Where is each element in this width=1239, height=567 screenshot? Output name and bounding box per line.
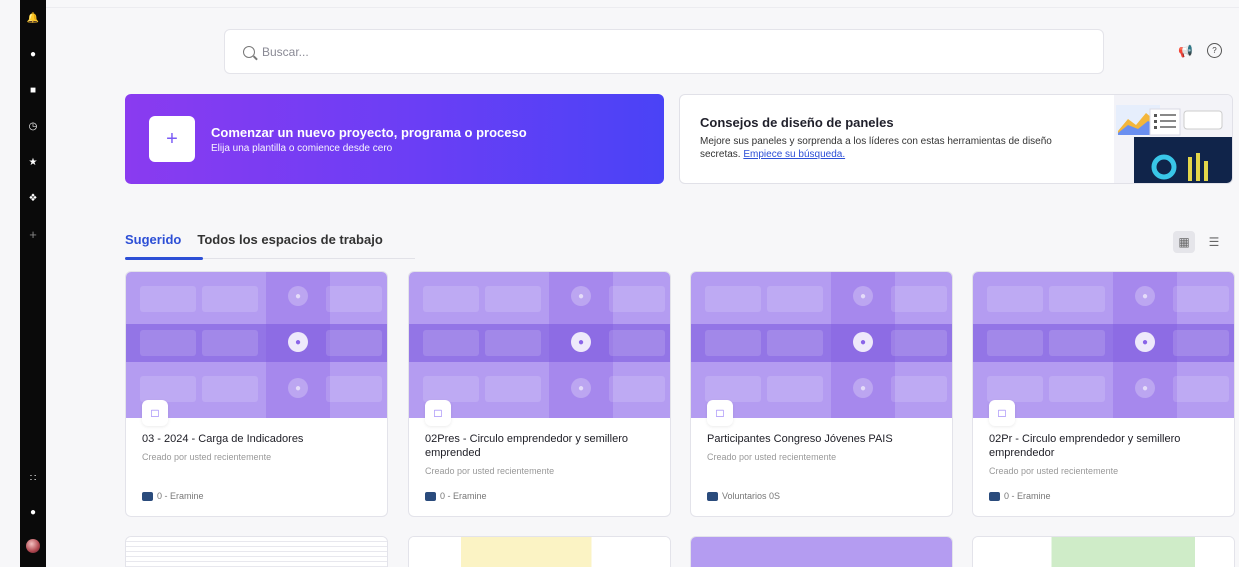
search-icon[interactable]: ● [20, 36, 46, 72]
board-card-partial[interactable] [125, 536, 388, 567]
grid-view-icon[interactable]: ▦ [1173, 231, 1195, 253]
board-card-partial[interactable] [690, 536, 953, 567]
board-card[interactable]: ● ● ● □ Participantes Congreso Jóvenes P… [690, 271, 953, 517]
workspace-icon [425, 491, 436, 501]
workspace-name: 0 - Eramine [157, 491, 204, 501]
workspace-icon [707, 491, 718, 501]
clock-icon[interactable]: ◷ [20, 108, 46, 144]
plus-icon[interactable]: + [149, 116, 195, 162]
tab-all-workspaces[interactable]: Todos los espacios de trabajo [197, 231, 398, 259]
new-project-title: Comenzar un nuevo proyecto, programa o p… [211, 124, 527, 140]
board-thumbnail: ● ● ● [126, 272, 387, 418]
plus-icon[interactable]: + [20, 216, 46, 252]
tips-link[interactable]: Empiece su búsqueda. [743, 149, 845, 160]
help-icon[interactable]: ? [1207, 43, 1222, 58]
search-bar[interactable] [224, 29, 1104, 74]
star-icon[interactable]: ★ [20, 144, 46, 180]
board-thumbnail [691, 537, 952, 567]
left-rail: 🔔 ● ■ ◷ ★ ❖ + ∷ ● [20, 0, 46, 567]
board-workspace: 0 - Eramine [425, 491, 487, 501]
board-card[interactable]: ● ● ● □ 03 - 2024 - Carga de Indicadores… [125, 271, 388, 517]
workspace-name: Voluntarios 0S [722, 491, 781, 501]
board-title[interactable]: 03 - 2024 - Carga de Indicadores [142, 432, 380, 446]
board-title[interactable]: 02Pr - Circulo emprendedor y semillero e… [989, 432, 1227, 460]
board-subtitle: Creado por usted recientemente [707, 452, 837, 462]
board-icon: □ [142, 400, 168, 426]
board-thumbnail: ● ● ● [691, 272, 952, 418]
new-project-banner[interactable]: + Comenzar un nuevo proyecto, programa o… [125, 94, 664, 184]
board-subtitle: Creado por usted recientemente [425, 466, 555, 476]
workspace-name: 0 - Eramine [1004, 491, 1051, 501]
board-icon: □ [707, 400, 733, 426]
folder-icon[interactable]: ■ [20, 72, 46, 108]
workspace-tabs: Sugerido Todos los espacios de trabajo [125, 231, 415, 260]
apps-icon[interactable]: ❖ [20, 180, 46, 216]
board-subtitle: Creado por usted recientemente [989, 466, 1119, 476]
board-icon: □ [989, 400, 1015, 426]
bell-icon[interactable]: 🔔 [20, 0, 46, 36]
workspace-icon [142, 491, 153, 501]
board-workspace: 0 - Eramine [142, 491, 204, 501]
avatar[interactable] [20, 529, 46, 563]
tab-suggested[interactable]: Sugerido [125, 231, 204, 260]
search-input[interactable] [262, 44, 962, 59]
board-thumbnail: ● ● ● [409, 272, 670, 418]
board-card-partial[interactable] [972, 536, 1235, 567]
board-title[interactable]: Participantes Congreso Jóvenes PAIS [707, 432, 945, 446]
board-subtitle: Creado por usted recientemente [142, 452, 272, 462]
dashboard-illustration [1114, 95, 1232, 183]
board-title[interactable]: 02Pres - Circulo emprendedor y semillero… [425, 432, 663, 460]
tips-body: Mejore sus paneles y sorprenda a los líd… [700, 135, 1060, 161]
help-icon[interactable]: ● [20, 495, 46, 529]
list-view-icon[interactable]: ☰ [1203, 231, 1225, 253]
tips-title: Consejos de diseño de paneles [700, 115, 894, 130]
search-icon [243, 45, 255, 58]
top-bar [46, 0, 1239, 8]
dashboard-tips-banner: Consejos de diseño de paneles Mejore sus… [679, 94, 1233, 184]
sheet-thumbnail [409, 537, 670, 567]
board-workspace: 0 - Eramine [989, 491, 1051, 501]
megaphone-icon[interactable]: 📢 [1178, 43, 1193, 58]
workspace-icon [989, 491, 1000, 501]
sheet-thumbnail [126, 537, 387, 567]
board-workspace: Voluntarios 0S [707, 491, 780, 501]
grid-icon[interactable]: ∷ [20, 461, 46, 495]
board-icon: □ [425, 400, 451, 426]
board-card[interactable]: ● ● ● □ 02Pres - Circulo emprendedor y s… [408, 271, 671, 517]
sheet-thumbnail [973, 537, 1234, 567]
board-card-partial[interactable] [408, 536, 671, 567]
workspace-name: 0 - Eramine [440, 491, 487, 501]
board-thumbnail: ● ● ● [973, 272, 1234, 418]
board-card[interactable]: ● ● ● □ 02Pr - Circulo emprendedor y sem… [972, 271, 1235, 517]
new-project-subtitle: Elija una plantilla o comience desde cer… [211, 142, 393, 154]
